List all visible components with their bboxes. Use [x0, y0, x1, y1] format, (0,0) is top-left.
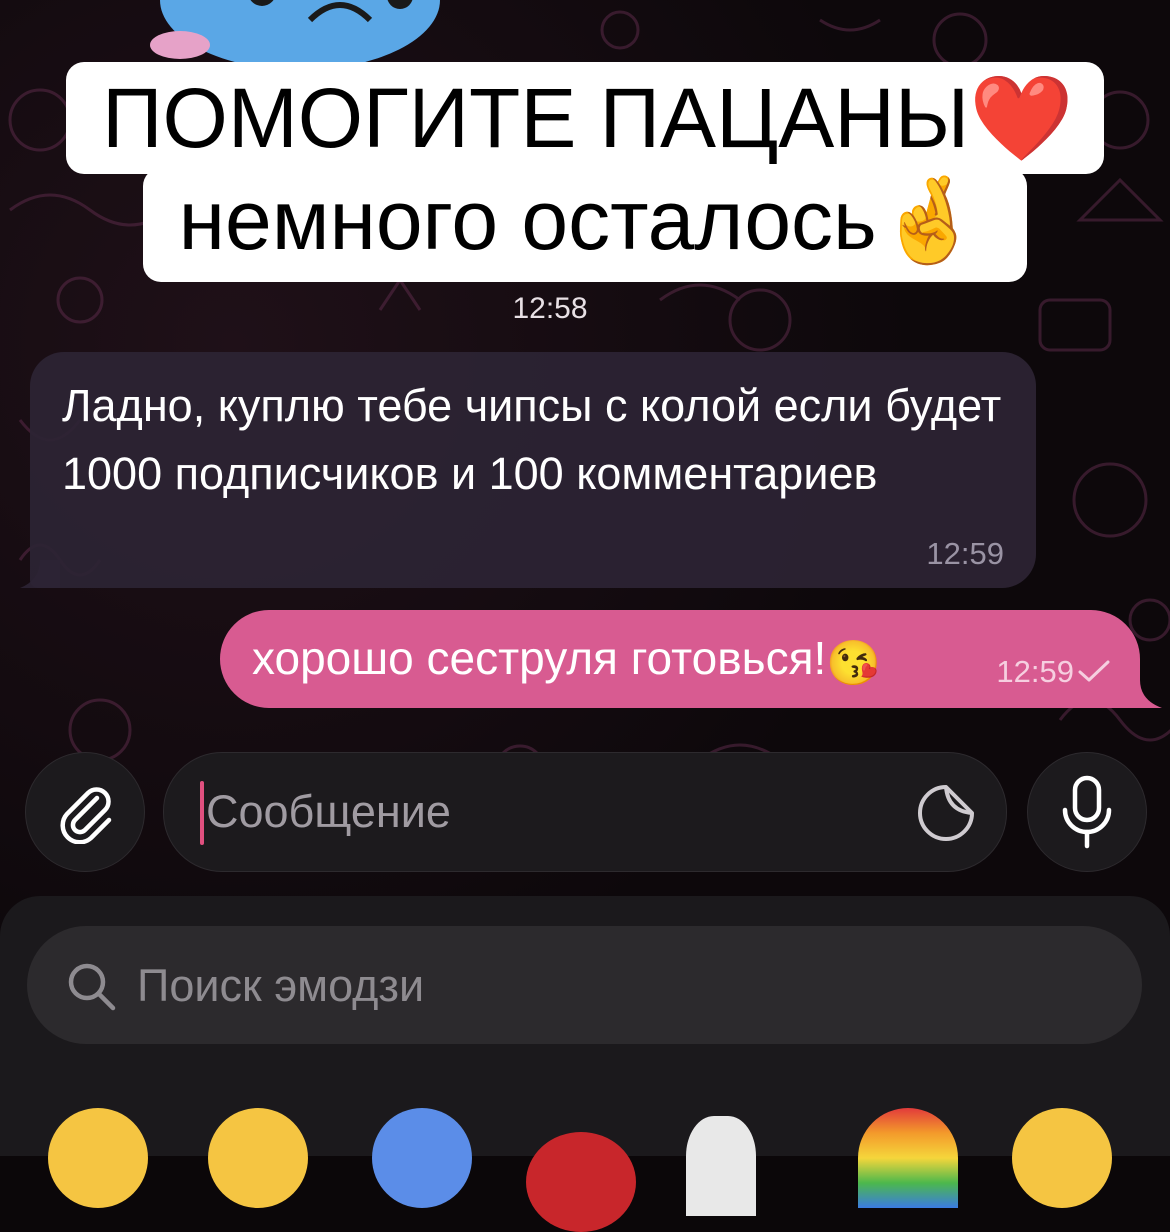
kiss-emoji: 😘	[826, 639, 882, 688]
microphone-icon	[1062, 775, 1112, 849]
message-input-container[interactable]	[163, 752, 1007, 872]
outgoing-message-text: хорошо сеструля готовься!😘	[252, 626, 881, 696]
ghost-emoji[interactable]	[686, 1116, 756, 1216]
caption-line-1: ПОМОГИТЕ ПАЦАНЫ❤️	[66, 62, 1104, 174]
smirking-face-emoji[interactable]	[208, 1108, 308, 1208]
smiling-face-with-hearts-emoji[interactable]	[1012, 1108, 1112, 1208]
paperclip-icon	[60, 787, 112, 844]
message-input[interactable]	[204, 773, 888, 851]
emoji-grid-row	[0, 1108, 1170, 1232]
sticker-icon[interactable]	[916, 783, 976, 843]
caption-line-2: немного осталось🤞	[142, 168, 1028, 282]
emoji-panel	[0, 896, 1170, 1232]
rainbow-emoji[interactable]	[858, 1108, 958, 1208]
sent-check-icon	[1078, 660, 1110, 682]
incoming-message-time: 12:59	[926, 536, 1004, 571]
story-caption: ПОМОГИТЕ ПАЦАНЫ❤️ немного осталось🤞	[0, 62, 1170, 282]
outgoing-message-time: 12:59	[996, 654, 1074, 689]
cold-face-emoji[interactable]	[372, 1108, 472, 1208]
message-time-header: 12:58	[512, 292, 588, 325]
search-icon	[68, 963, 116, 1011]
attach-button[interactable]	[25, 752, 145, 872]
santa-emoji[interactable]	[526, 1132, 636, 1232]
sneezing-face-emoji[interactable]	[48, 1108, 148, 1208]
mascot-sticker-image	[150, 0, 440, 70]
voice-record-button[interactable]	[1027, 752, 1147, 872]
outgoing-message-body: хорошо сеструля готовься!	[252, 632, 827, 684]
emoji-search-input[interactable]	[135, 948, 1039, 1024]
incoming-message-bubble[interactable]: Ладно, куплю тебе чипсы с колой если буд…	[30, 352, 1036, 588]
emoji-search-bar[interactable]	[27, 926, 1142, 1044]
incoming-message-text: Ладно, куплю тебе чипсы с колой если буд…	[62, 380, 1002, 499]
outgoing-message-bubble[interactable]: хорошо сеструля готовься!😘 12:59	[220, 610, 1140, 708]
